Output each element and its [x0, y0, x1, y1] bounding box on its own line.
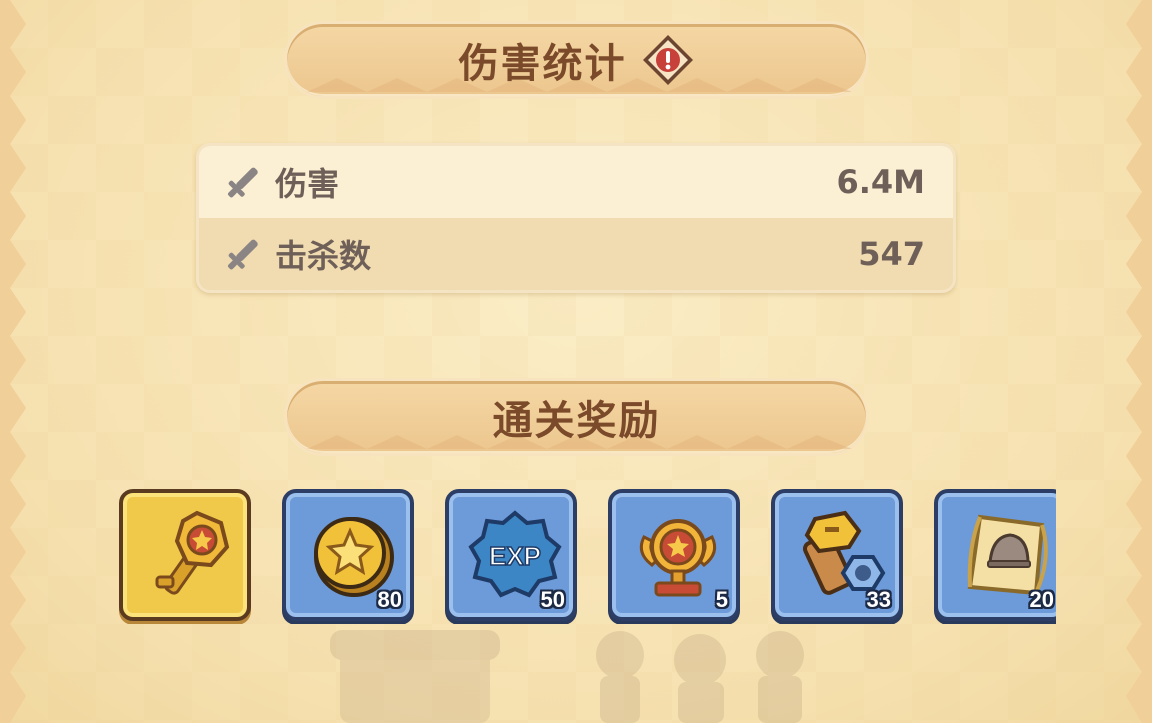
background-characters-art [330, 630, 804, 723]
reward-count: 33 [866, 587, 891, 612]
reward-slot-coin[interactable]: 80 [282, 489, 414, 621]
reward-count: 5 [715, 587, 728, 612]
golden-key-icon [155, 510, 230, 595]
rewards-title: 通关奖励 [492, 398, 661, 444]
rewards-banner: 通关奖励 [284, 378, 869, 456]
warning-diamond-icon[interactable] [641, 33, 695, 87]
reward-slot-bolt[interactable]: 33 [771, 489, 903, 621]
reward-count: 50 [540, 587, 565, 612]
stat-row-kills: 击杀数 547 [199, 218, 953, 290]
sword-icon [227, 239, 258, 270]
stat-row-damage: 伤害 6.4M [199, 146, 953, 218]
stat-value: 6.4M [836, 163, 925, 201]
rewards-list: 80 EXP 50 5 33 20 [119, 489, 1056, 624]
stat-label: 伤害 [275, 165, 340, 203]
svg-text:EXP: EXP [489, 541, 541, 571]
reward-slot-exp[interactable]: EXP 50 [445, 489, 577, 621]
sword-icon [227, 167, 258, 198]
reward-count: 20 [1029, 587, 1054, 612]
stat-value: 547 [858, 235, 925, 273]
stat-label: 击杀数 [275, 237, 372, 275]
reward-slot-scroll[interactable]: 20 [934, 489, 1056, 621]
reward-count: 80 [377, 587, 402, 612]
reward-slot-key[interactable] [119, 489, 251, 621]
damage-stats-title: 伤害统计 [458, 41, 627, 87]
trophy-icon [639, 519, 717, 597]
reward-slot-trophy[interactable]: 5 [608, 489, 740, 621]
damage-stats-banner: 伤害统计 [284, 21, 869, 99]
right-border-decoration [1126, 0, 1152, 723]
left-border-decoration [0, 0, 26, 723]
damage-stats-panel: 伤害 6.4M 击杀数 547 [196, 143, 956, 293]
